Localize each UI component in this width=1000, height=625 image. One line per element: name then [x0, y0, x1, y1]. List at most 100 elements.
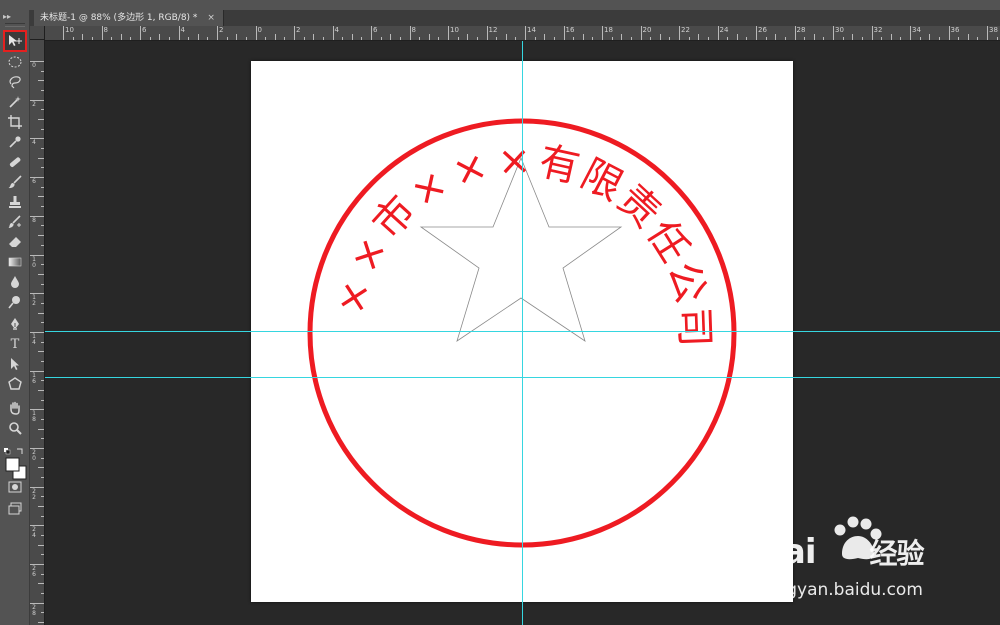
brush-tool[interactable] — [5, 173, 25, 191]
ruler-minor-tick — [38, 583, 44, 585]
quick-mask-button[interactable] — [5, 478, 25, 496]
bandage-icon — [9, 157, 21, 167]
ruler-label: 18 — [32, 410, 36, 424]
ruler-minor-tick — [197, 34, 199, 40]
ruler-minor-tick — [784, 37, 786, 40]
ruler-minor-tick — [775, 34, 777, 40]
ruler-minor-tick — [38, 157, 44, 159]
ruler-minor-tick — [698, 34, 700, 40]
close-tab-icon[interactable]: × — [207, 13, 215, 23]
seal-char: × — [328, 276, 380, 318]
move-icon — [9, 35, 22, 46]
ruler-minor-tick — [861, 37, 863, 40]
horizontal-ruler[interactable]: 10 8 6 4 2 0 2 4 6 8 10 12 14 16 18 20 22 24 26 28 30 32 34 36 3… — [45, 26, 1000, 41]
stamp-icon — [9, 196, 21, 208]
ellipse-marquee-icon — [8, 56, 22, 68]
ruler-label: 10 — [32, 255, 36, 269]
magic-wand-tool[interactable] — [5, 93, 25, 111]
zoom-tool[interactable] — [5, 419, 25, 437]
ruler-label: 22 — [681, 26, 690, 34]
zoom-icon — [9, 422, 22, 435]
move-tool[interactable] — [3, 30, 27, 52]
ruler-minor-tick — [592, 37, 594, 40]
ruler-minor-tick — [322, 37, 324, 40]
document-tab[interactable]: 未标题-1 @ 88% (多边形 1, RGB/8) * × — [34, 10, 224, 26]
ruler-label: 18 — [604, 26, 613, 34]
ruler-minor-tick — [303, 37, 305, 40]
ruler-minor-tick — [399, 37, 401, 40]
clone-stamp-tool[interactable] — [5, 193, 25, 211]
dodge-icon — [8, 296, 20, 309]
ruler-minor-tick — [41, 128, 44, 130]
ruler-label: 2 — [219, 26, 224, 34]
vertical-guide[interactable] — [522, 41, 523, 625]
ruler-minor-tick — [813, 34, 815, 40]
ruler-minor-tick — [41, 186, 44, 188]
screen-mode-button[interactable] — [5, 500, 25, 518]
ruler-major-tick — [871, 26, 873, 40]
panel-collapse-icon[interactable]: ▸▸ — [3, 13, 11, 21]
crop-tool[interactable] — [5, 113, 25, 131]
panel-divider — [5, 23, 25, 27]
ruler-minor-tick — [284, 37, 286, 40]
path-selection-tool[interactable] — [5, 355, 25, 373]
ruler-minor-tick — [41, 206, 44, 208]
default-colors-icon[interactable] — [4, 448, 11, 455]
dodge-tool[interactable] — [5, 293, 25, 311]
foreground-color-swatch[interactable] — [5, 457, 20, 472]
ruler-major-tick — [217, 26, 218, 40]
gradient-tool[interactable] — [5, 253, 25, 271]
polygon-icon — [8, 377, 22, 390]
ruler-minor-tick — [765, 37, 767, 40]
eraser-icon — [9, 237, 21, 247]
ruler-minor-tick — [967, 34, 969, 40]
hand-icon — [10, 401, 20, 415]
type-tool[interactable]: T — [5, 335, 25, 353]
swap-colors-icon[interactable] — [17, 448, 23, 454]
ruler-minor-tick — [438, 37, 440, 40]
ruler-minor-tick — [41, 322, 44, 324]
ruler-label: 0 — [257, 26, 262, 34]
ruler-minor-tick — [573, 37, 575, 40]
ruler-label: 16 — [32, 371, 36, 385]
ruler-label: 26 — [758, 26, 767, 34]
healing-brush-tool[interactable] — [5, 153, 25, 171]
ruler-minor-tick — [236, 34, 238, 40]
ruler-minor-tick — [707, 37, 709, 40]
ruler-minor-tick — [38, 428, 44, 430]
eyedropper-tool[interactable] — [5, 133, 25, 151]
ruler-minor-tick — [428, 34, 430, 40]
marquee-tool[interactable] — [5, 53, 25, 71]
ruler-minor-tick — [881, 37, 883, 40]
ruler-minor-tick — [38, 351, 44, 353]
screen-mode-icon — [8, 502, 22, 515]
ruler-major-tick — [602, 26, 603, 40]
ruler-origin[interactable] — [30, 26, 45, 40]
ruler-minor-tick — [919, 37, 921, 40]
ruler-minor-tick — [621, 34, 623, 40]
ruler-minor-tick — [582, 34, 584, 40]
vertical-ruler[interactable]: 0246810121416182022242628 — [30, 40, 45, 625]
ruler-minor-tick — [120, 34, 122, 40]
ruler-minor-tick — [265, 37, 267, 40]
ruler-minor-tick — [149, 37, 151, 40]
ruler-minor-tick — [977, 37, 979, 40]
ruler-minor-tick — [852, 34, 854, 40]
history-brush-tool[interactable] — [5, 213, 25, 231]
pen-tool[interactable] — [5, 315, 25, 333]
hand-tool[interactable] — [5, 399, 25, 417]
eraser-tool[interactable] — [5, 233, 25, 251]
ruler-major-tick — [294, 26, 295, 40]
ruler-minor-tick — [515, 37, 517, 40]
shape-tool[interactable] — [5, 375, 25, 393]
ruler-minor-tick — [41, 360, 44, 362]
blur-tool[interactable] — [5, 273, 25, 291]
ruler-label: 14 — [32, 332, 36, 346]
ruler-minor-tick — [534, 37, 536, 40]
drop-icon — [11, 276, 19, 288]
document-tab-bar: 未标题-1 @ 88% (多边形 1, RGB/8) * × — [30, 10, 1000, 27]
ruler-label: 38 — [989, 26, 998, 34]
ruler-major-tick — [332, 26, 334, 40]
ruler-minor-tick — [996, 37, 998, 40]
lasso-tool[interactable] — [5, 73, 25, 91]
